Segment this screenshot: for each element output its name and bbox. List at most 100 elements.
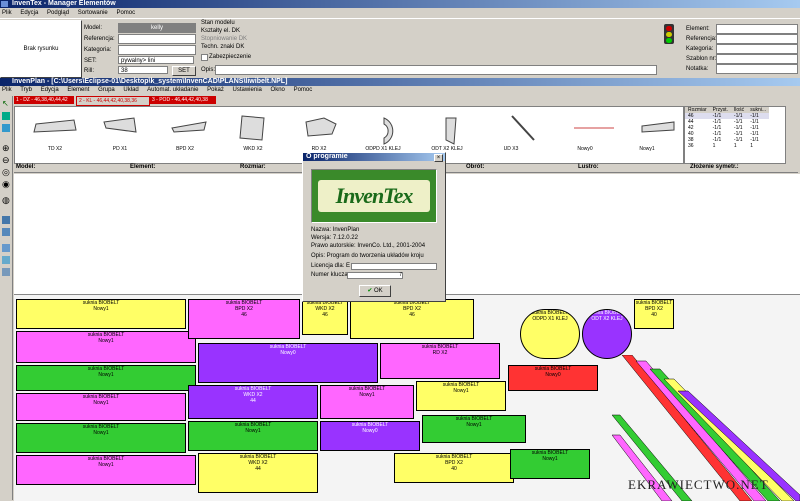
- about-title: O programie: [306, 153, 348, 160]
- flip-icon[interactable]: [2, 256, 10, 264]
- cell: 1: [712, 143, 716, 149]
- shape-item[interactable]: WKD X2: [218, 112, 288, 152]
- zoom-out-icon[interactable]: ⊖: [2, 156, 10, 165]
- key-field: 7: [347, 272, 403, 279]
- menu-item[interactable]: Edycja: [20, 10, 38, 16]
- tab-1[interactable]: 1 - DZ - 46,38,40,44,42: [14, 96, 74, 104]
- shape-item[interactable]: ODPD X1 KLEJ: [348, 112, 418, 152]
- col-header[interactable]: Model:: [16, 164, 35, 170]
- about-dialog: O programie × InvenTex Nazwa: InvenPlan …: [302, 152, 446, 302]
- pattern-piece[interactable]: suknia BIOBELT WKD X2 46: [302, 299, 348, 335]
- model-field[interactable]: kelly: [118, 23, 196, 33]
- pattern-piece[interactable]: suknia BIOBELT Nowy1: [16, 331, 196, 363]
- pattern-piece[interactable]: suknia BIOBELT WKD X2 44: [188, 385, 318, 419]
- referencja2-field[interactable]: [716, 34, 798, 44]
- menu-item[interactable]: Tryb: [20, 87, 32, 93]
- pattern-piece[interactable]: suknia BIOBELT BPD X2 46: [350, 299, 474, 339]
- set-button[interactable]: SET: [172, 66, 196, 76]
- shape-item[interactable]: RD X2: [284, 112, 354, 152]
- pattern-piece[interactable]: suknia BIOBELT ODPD X1 KLEJ: [520, 309, 580, 359]
- zoom-all-icon[interactable]: ◍: [2, 196, 10, 205]
- menu-item[interactable]: Okno: [271, 87, 285, 93]
- col-header[interactable]: Obrót:: [466, 164, 484, 170]
- pattern-piece[interactable]: suknia BIOBELT Nowy0: [198, 343, 378, 383]
- close-icon[interactable]: ×: [434, 154, 443, 162]
- select-arrow-icon[interactable]: ↖: [2, 100, 10, 108]
- shape-item[interactable]: BPD X2: [150, 112, 220, 152]
- preview-box[interactable]: Brak rysunku: [0, 20, 82, 78]
- pattern-piece[interactable]: suknia BIOBELT Nowy1: [16, 455, 196, 485]
- col-header[interactable]: Złożenie symetr.:: [690, 164, 739, 170]
- table-row[interactable]: 36 1 1 1: [685, 143, 769, 149]
- menu-item[interactable]: Układ: [123, 87, 138, 93]
- align-icon[interactable]: [2, 244, 10, 252]
- pattern-piece[interactable]: suknia BIOBELT Nowy1: [16, 365, 196, 391]
- menu-item[interactable]: Pokaż: [207, 87, 224, 93]
- menu-item[interactable]: Sortowanie: [78, 10, 108, 16]
- col-header[interactable]: Element:: [130, 164, 155, 170]
- zoom-in-icon[interactable]: ⊕: [2, 144, 10, 153]
- rill-select[interactable]: 38: [118, 66, 168, 74]
- shape-item[interactable]: Nowy0: [550, 112, 620, 152]
- notatka-field[interactable]: [716, 64, 798, 74]
- pattern-piece[interactable]: suknia BIOBELT Nowy0: [508, 365, 598, 391]
- shape-caption: UD X3: [503, 146, 519, 152]
- pattern-piece[interactable]: suknia BIOBELT BPD X2 46: [188, 299, 300, 339]
- pattern-piece[interactable]: suknia BIOBELT Nowy1: [188, 421, 318, 451]
- pattern-piece[interactable]: suknia BIOBELT ODT X2 KLEJ: [582, 309, 632, 359]
- zoom-fit-icon[interactable]: ◎: [2, 168, 10, 177]
- pattern-piece[interactable]: suknia BIOBELT Nowy1: [16, 299, 186, 329]
- szablon-field[interactable]: [716, 54, 798, 64]
- menu-item[interactable]: Pomoc: [116, 10, 135, 16]
- zabezpieczenie-checkbox[interactable]: [201, 54, 208, 61]
- opis-field[interactable]: [215, 65, 657, 75]
- shape-item[interactable]: ODT X2 KLEJ: [412, 112, 482, 152]
- rotate-icon[interactable]: [2, 124, 10, 132]
- pattern-piece[interactable]: suknia BIOBELT WKD X2 44: [198, 453, 318, 493]
- pattern-piece[interactable]: suknia BIOBELT BPD X2 40: [634, 299, 674, 329]
- shape-item[interactable]: UD X3: [476, 112, 546, 152]
- stan-line: Kształty el. DK: [201, 28, 241, 34]
- stan-line: Techn. znaki DK: [201, 44, 245, 50]
- shape-item[interactable]: TD X2: [20, 112, 90, 152]
- kategoria-select[interactable]: [118, 45, 196, 55]
- element-field[interactable]: [716, 24, 798, 34]
- pattern-piece[interactable]: suknia BIOBELT Nowy1: [320, 385, 414, 419]
- pattern-piece[interactable]: suknia BIOBELT RD X2: [380, 343, 500, 379]
- menu-item[interactable]: Plik: [2, 87, 12, 93]
- pattern-piece[interactable]: suknia BIOBELT Nowy1: [416, 381, 506, 411]
- pattern-piece[interactable]: suknia BIOBELT Nowy1: [16, 423, 186, 453]
- layer-icon[interactable]: [2, 216, 10, 224]
- kategoria2-select[interactable]: [716, 44, 798, 54]
- ok-button[interactable]: ✔ OK: [359, 285, 391, 297]
- shape-item[interactable]: Nowy1: [612, 112, 682, 152]
- plan-titlebar: InvenPlan - [C:\Users\Eclipse-01\Desktop…: [0, 78, 800, 86]
- referencja-field[interactable]: [118, 34, 196, 44]
- pattern-piece[interactable]: suknia BIOBELT Nowy0: [320, 421, 420, 451]
- measure-icon[interactable]: [2, 268, 10, 276]
- traffic-light-icon[interactable]: [664, 24, 674, 44]
- menu-item[interactable]: Podgląd: [47, 10, 69, 16]
- menu-item[interactable]: Automat. układanie: [147, 87, 198, 93]
- move-icon[interactable]: [2, 112, 10, 120]
- pattern-piece[interactable]: suknia BIOBELT Nowy1: [510, 449, 590, 479]
- col-header[interactable]: Lustro:: [578, 164, 599, 170]
- col-header[interactable]: Rozmiar:: [240, 164, 266, 170]
- marker-area[interactable]: suknia BIOBELT Nowy1 suknia BIOBELT Nowy…: [14, 294, 800, 501]
- menu-item[interactable]: Element: [67, 87, 89, 93]
- pattern-piece[interactable]: suknia BIOBELT Nowy1: [422, 415, 526, 443]
- menu-item[interactable]: Ustawienia: [233, 87, 262, 93]
- rill-value: 38: [121, 68, 128, 74]
- grid-icon[interactable]: [2, 228, 10, 236]
- tab-2[interactable]: 2 - KL - 46,44,42,40,38,36: [76, 96, 150, 106]
- menu-item[interactable]: Edycja: [41, 87, 59, 93]
- set-select[interactable]: pywalny> lini: [118, 56, 194, 64]
- shape-item[interactable]: PD X1: [85, 112, 155, 152]
- zoom-window-icon[interactable]: ◉: [2, 180, 10, 189]
- menu-item[interactable]: Plik: [2, 10, 12, 16]
- pattern-piece[interactable]: suknia BIOBELT BPD X2 40: [394, 453, 514, 483]
- pattern-piece[interactable]: suknia BIOBELT Nowy1: [16, 393, 186, 421]
- menu-item[interactable]: Pomoc: [294, 87, 313, 93]
- menu-item[interactable]: Grupa: [98, 87, 115, 93]
- tab-3[interactable]: 3 - POD - 46,44,42,40,38: [150, 96, 216, 104]
